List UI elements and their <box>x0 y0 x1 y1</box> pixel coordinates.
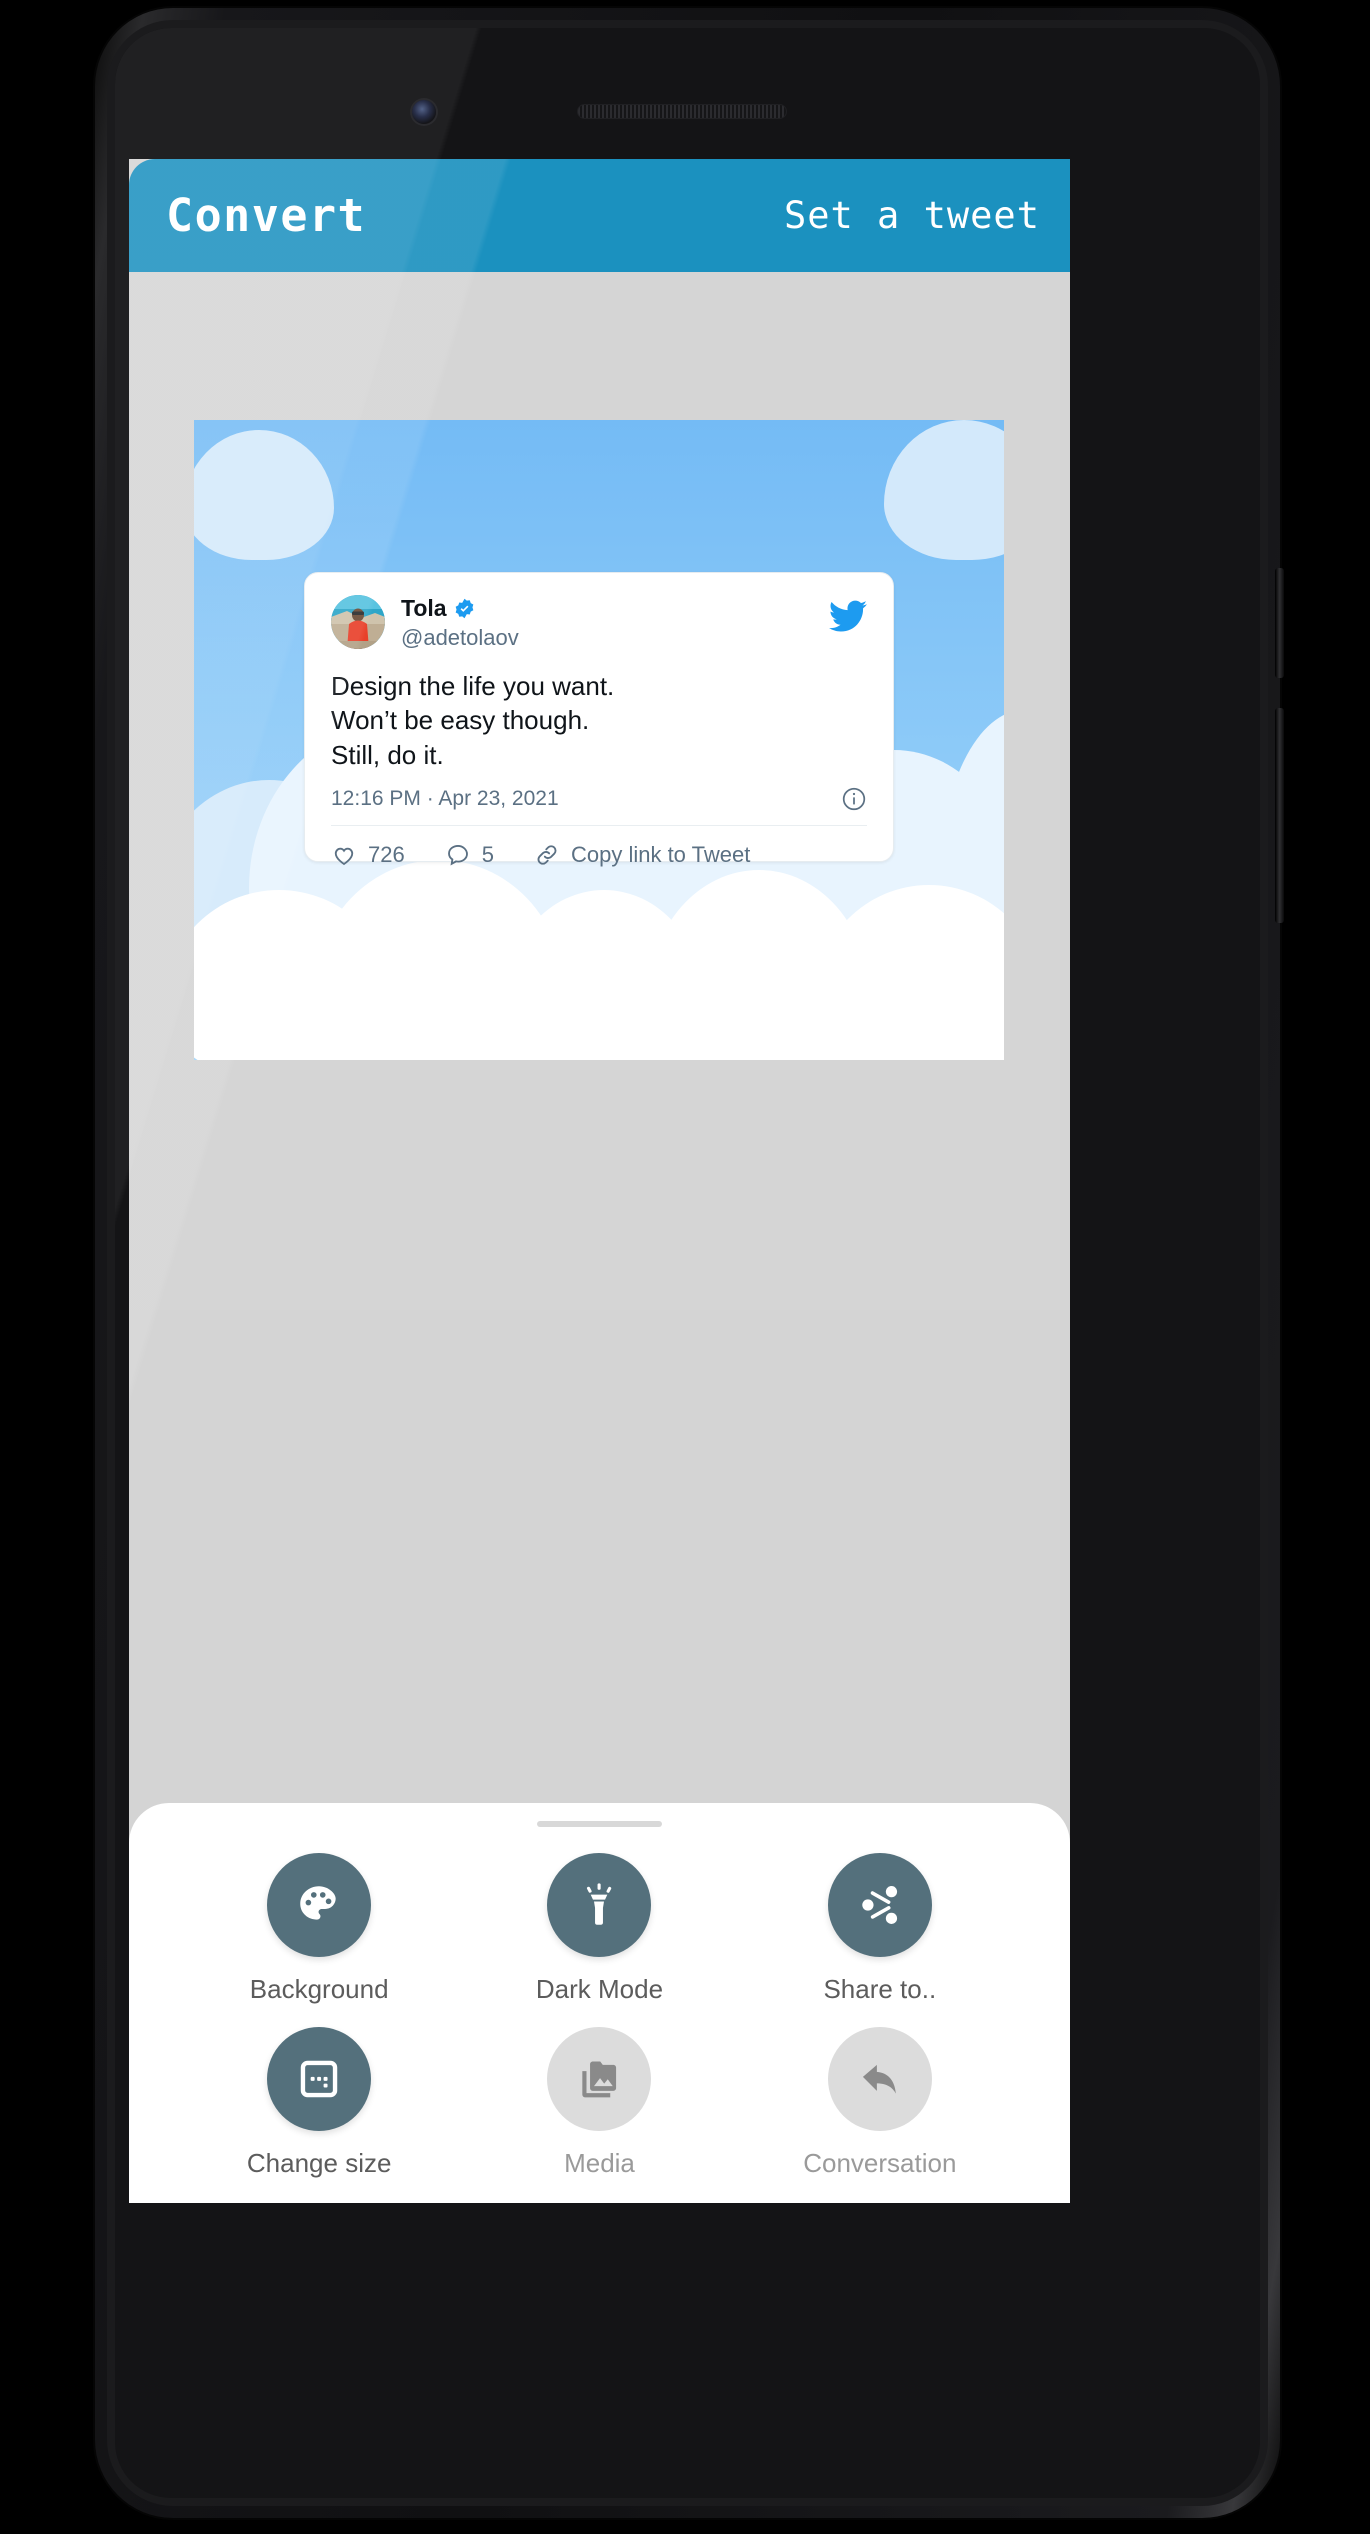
link-icon <box>537 845 557 865</box>
action-change-size[interactable]: Change size <box>179 2027 459 2179</box>
tweet-like-stat[interactable]: 726 <box>331 842 405 868</box>
share-icon <box>862 1886 897 1924</box>
action-media[interactable]: Media <box>459 2027 739 2179</box>
tweet-body-line: Still, do it. <box>331 739 444 770</box>
preview-area: Tola @adetolaov Design the life you want… <box>129 272 1070 1310</box>
action-dark-mode[interactable]: Dark Mode <box>459 1853 739 2005</box>
phone-frame: Convert Set a tweet Tola @adetolaov Desi… <box>95 8 1284 2518</box>
tweet-author-block: Tola @adetolaov <box>401 595 829 651</box>
tweet-author-line: Tola <box>401 595 829 621</box>
flashlight-icon <box>587 1883 612 1925</box>
earpiece-speaker-icon <box>577 104 787 119</box>
action-circle <box>547 2027 652 2131</box>
action-grid: Background Dark Mode Share to.. Change s… <box>129 1853 1070 2179</box>
comment-icon <box>447 845 468 866</box>
action-circle <box>267 1853 372 1957</box>
tweet-body-line: Design the life you want. <box>331 670 615 701</box>
tweet-reply-stat[interactable]: 5 <box>445 842 494 868</box>
action-share-to[interactable]: Share to.. <box>740 1853 1020 2005</box>
action-label: Dark Mode <box>535 1974 664 2004</box>
info-circle-icon[interactable] <box>841 786 867 812</box>
tweet-header: Tola @adetolaov <box>331 595 867 651</box>
sheet-drag-handle[interactable] <box>537 1821 662 1827</box>
resize-frame-icon <box>300 2060 338 2098</box>
tweet-card[interactable]: Tola @adetolaov Design the life you want… <box>304 572 894 867</box>
tweet-reply-count: 5 <box>481 842 494 868</box>
tweet-meta-row: 12:16 PM · Apr 23, 2021 <box>331 786 867 827</box>
tweet-body-line: Won’t be easy though. <box>331 705 590 736</box>
copy-link-to-tweet-button[interactable]: Copy link to Tweet <box>534 842 750 868</box>
app-screen: Convert Set a tweet Tola @adetolaov Desi… <box>129 159 1070 2203</box>
volume-button[interactable] <box>1275 708 1284 923</box>
action-label: Share to.. <box>823 1974 937 2004</box>
action-circle <box>267 2027 372 2131</box>
action-label: Conversation <box>803 2148 957 2178</box>
action-label: Background <box>249 1974 389 2004</box>
tweet-like-count: 726 <box>368 842 405 868</box>
page-title: Convert <box>166 189 367 242</box>
bottom-sheet: Background Dark Mode Share to.. Change s… <box>129 1803 1070 2203</box>
verified-badge-icon <box>455 598 473 619</box>
heart-icon <box>334 848 354 866</box>
avatar <box>331 595 385 649</box>
action-circle <box>827 2027 932 2131</box>
phone-screen-bezel: Convert Set a tweet Tola @adetolaov Desi… <box>115 28 1260 2498</box>
palette-icon <box>300 1886 336 1920</box>
front-camera-icon <box>412 100 436 124</box>
twitter-bird-icon <box>829 600 867 632</box>
tweet-handle: @adetolaov <box>401 625 519 651</box>
action-background[interactable]: Background <box>179 1853 459 2005</box>
tweet-stats-row: 726 5 Copy link to Tweet <box>331 842 867 868</box>
action-label: Media <box>564 2148 635 2178</box>
action-circle <box>547 1853 652 1957</box>
reply-arrow-icon <box>862 2064 896 2094</box>
tweet-display-name: Tola <box>401 595 447 621</box>
app-bar: Convert Set a tweet <box>129 159 1070 272</box>
action-circle <box>827 1853 932 1957</box>
action-label: Change size <box>246 2148 392 2178</box>
tweet-body: Design the life you want. Won’t be easy … <box>331 669 867 773</box>
photo-library-icon <box>582 2061 617 2098</box>
tweet-image-canvas[interactable]: Tola @adetolaov Design the life you want… <box>194 420 1004 1060</box>
tweet-timestamp: 12:16 PM · Apr 23, 2021 <box>331 787 559 811</box>
action-conversation[interactable]: Conversation <box>740 2027 1020 2179</box>
power-button[interactable] <box>1275 568 1284 678</box>
set-a-tweet-button[interactable]: Set a tweet <box>784 194 1040 237</box>
copy-link-label: Copy link to Tweet <box>570 842 751 868</box>
